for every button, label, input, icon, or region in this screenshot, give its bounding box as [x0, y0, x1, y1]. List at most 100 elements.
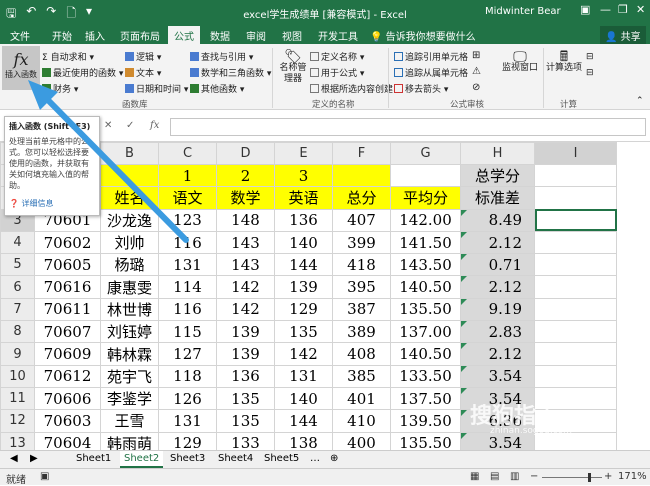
cell[interactable]: 131 [158, 409, 217, 433]
cell[interactable]: 140 [274, 386, 333, 411]
cell[interactable]: 刘钰婷 [100, 320, 159, 344]
cell[interactable]: 姓名 [100, 186, 159, 210]
row-header[interactable]: 7 [0, 297, 35, 322]
column-header[interactable]: F [332, 142, 391, 165]
row-header[interactable]: 11 [0, 386, 35, 411]
calc-sheet-icon[interactable]: ⊟ [586, 68, 594, 78]
row-header[interactable]: 5 [0, 253, 35, 277]
cell[interactable] [534, 320, 617, 344]
cell[interactable]: 杨璐 [100, 253, 159, 277]
cell[interactable]: 399 [332, 230, 391, 255]
cell[interactable]: 2.12 [460, 342, 535, 366]
more-functions-button[interactable]: 其他函数 ▾ [190, 82, 244, 95]
cell[interactable]: 刘帅 [100, 230, 159, 255]
tab-insert[interactable]: 插入 [85, 28, 105, 43]
cell[interactable]: 142 [216, 297, 275, 322]
cell[interactable]: 143 [216, 230, 275, 255]
cell[interactable] [534, 230, 617, 255]
cell[interactable]: 395 [332, 275, 391, 299]
cell[interactable]: 133 [216, 431, 275, 450]
cell[interactable]: 131 [158, 253, 217, 277]
row-header[interactable]: 13 [0, 431, 35, 450]
trace-dependents-button[interactable]: 追踪从属单元格 [394, 66, 468, 79]
math-button[interactable]: 数学和三角函数 ▾ [190, 66, 271, 79]
formula-input[interactable] [170, 118, 646, 136]
user-name[interactable]: Midwinter Bear [485, 6, 561, 17]
collapse-ribbon-icon[interactable]: ⌃ [636, 96, 644, 106]
cell[interactable]: 144 [274, 409, 333, 433]
cell[interactable]: 70602 [34, 230, 101, 255]
tell-me-search[interactable]: 💡 告诉我你想要做什么 [370, 28, 476, 43]
cell[interactable] [534, 253, 617, 277]
cell[interactable]: 2 [216, 163, 275, 188]
tab-formulas[interactable]: 公式 [168, 26, 200, 44]
fx-icon[interactable]: fx [150, 120, 159, 131]
cell[interactable]: 康惠雯 [100, 275, 159, 299]
cancel-icon[interactable]: ✕ [104, 120, 112, 131]
cell[interactable]: 135 [216, 409, 275, 433]
column-header[interactable]: G [390, 142, 461, 165]
cell[interactable]: 140.50 [390, 342, 461, 366]
cell[interactable]: 1 [158, 163, 217, 188]
zoom-slider[interactable] [542, 477, 602, 478]
cell[interactable]: 林世博 [100, 297, 159, 322]
column-header[interactable]: C [158, 142, 217, 165]
cell[interactable]: 总学分 [460, 163, 535, 188]
cell[interactable] [534, 364, 617, 388]
cell[interactable]: 138 [274, 431, 333, 450]
zoom-out-icon[interactable]: − [530, 471, 538, 482]
cell[interactable]: 140 [274, 230, 333, 255]
sheet-tab-5[interactable]: Sheet5 [264, 453, 299, 464]
more-sheets-icon[interactable]: … [310, 453, 320, 464]
column-header[interactable]: I [534, 142, 617, 165]
define-name-button[interactable]: 定义名称 ▾ [310, 50, 364, 63]
calc-options-button[interactable]: 🖩 计算选项 [546, 50, 582, 74]
cell[interactable]: 116 [158, 297, 217, 322]
cell[interactable]: 135.50 [390, 297, 461, 322]
cell[interactable]: 70609 [34, 342, 101, 366]
cell[interactable]: 沙龙逸 [100, 208, 159, 232]
cell[interactable]: 389 [332, 320, 391, 344]
tab-home[interactable]: 开始 [52, 28, 72, 43]
cell[interactable]: 123 [158, 208, 217, 232]
cell[interactable]: 387 [332, 297, 391, 322]
share-button[interactable]: 👤 共享 [600, 26, 646, 45]
cell[interactable]: 70606 [34, 386, 101, 411]
cell[interactable]: 408 [332, 342, 391, 366]
column-header[interactable]: E [274, 142, 333, 165]
cell[interactable]: 139.50 [390, 409, 461, 433]
cell[interactable]: 401 [332, 386, 391, 411]
cell[interactable] [534, 342, 617, 366]
cell[interactable]: 385 [332, 364, 391, 388]
cell[interactable]: 139 [216, 342, 275, 366]
cell[interactable] [534, 275, 617, 299]
cell[interactable]: 135 [216, 386, 275, 411]
cell[interactable]: 70604 [34, 431, 101, 450]
cell[interactable]: 137.50 [390, 386, 461, 411]
cell[interactable]: 总分 [332, 186, 391, 210]
cell[interactable]: 数学 [216, 186, 275, 210]
tab-view[interactable]: 视图 [282, 28, 302, 43]
financial-button[interactable]: 财务 ▾ [42, 82, 78, 95]
tooltip-more-link[interactable]: ❓ 详细信息 [9, 198, 54, 209]
cell[interactable]: 141.50 [390, 230, 461, 255]
cell[interactable]: 3 [274, 163, 333, 188]
row-header[interactable]: 9 [0, 342, 35, 366]
text-button[interactable]: 文本 ▾ [125, 66, 161, 79]
cell[interactable]: 2.12 [460, 230, 535, 255]
name-manager-button[interactable]: 🏷 名称管理器 [278, 50, 308, 85]
watch-window-button[interactable]: 🖵 监视窗口 [500, 50, 540, 74]
cell[interactable]: 139 [274, 275, 333, 299]
cell[interactable]: 407 [332, 208, 391, 232]
cell[interactable] [100, 163, 159, 188]
row-header[interactable]: 8 [0, 320, 35, 344]
cell[interactable]: 143 [216, 253, 275, 277]
page-layout-view-icon[interactable]: ▤ [490, 471, 499, 482]
cell[interactable]: 70611 [34, 297, 101, 322]
zoom-slider-thumb[interactable] [588, 473, 591, 482]
evaluate-formula-icon[interactable]: ⊘ [472, 82, 480, 93]
cell[interactable]: 140.50 [390, 275, 461, 299]
recent-functions-button[interactable]: 最近使用的函数 ▾ [42, 66, 123, 79]
remove-arrows-button[interactable]: 移去箭头 ▾ [394, 82, 448, 95]
cell[interactable]: 3.54 [460, 364, 535, 388]
